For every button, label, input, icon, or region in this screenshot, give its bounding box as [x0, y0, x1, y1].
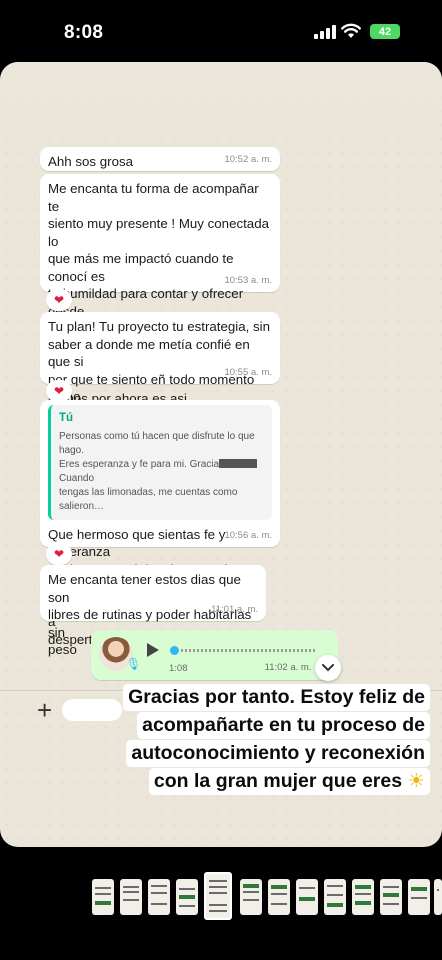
quoted-message[interactable]: Tú Personas como tú hacen que disfrute l…: [48, 405, 272, 520]
story-thumbnail[interactable]: [324, 879, 346, 915]
wifi-icon: [341, 23, 361, 38]
caption-line: autoconocimiento y reconexión: [126, 740, 430, 767]
story-caption[interactable]: Gracias por tanto. Estoy feliz de acompa…: [86, 684, 430, 796]
message-bubble: Ahh sos grosa 10:52 a. m.: [40, 147, 280, 171]
sun-icon: ☀: [407, 770, 425, 792]
story-thumbnail[interactable]: [148, 879, 170, 915]
story-thumbnail[interactable]: [380, 879, 402, 915]
story-thumbnail-strip: [0, 866, 442, 926]
story-thumbnail[interactable]: [92, 879, 114, 915]
message-time: 11:01 a. m.: [211, 603, 258, 615]
voice-note-bubble: 🎙 1:08 11:02 a. m. ✓✓: [91, 630, 338, 680]
status-bar: 8:08 42: [0, 0, 442, 64]
story-thumbnail-selected[interactable]: [204, 872, 232, 920]
story-thumbnail[interactable]: [120, 879, 142, 915]
cellular-signal-icon: [314, 25, 336, 39]
battery-icon: 42: [370, 24, 400, 39]
caption-line: con la gran mujer que eres ☀: [148, 768, 430, 795]
chevron-down-icon: [322, 664, 334, 672]
heart-reaction-icon[interactable]: ❤: [46, 289, 72, 311]
playback-scrubber[interactable]: [170, 646, 179, 655]
message-time: 10:55 a. m.: [224, 366, 272, 378]
voice-duration: 1:08: [169, 663, 188, 674]
message-time: 10:56 a. m.: [224, 529, 272, 541]
story-thumbnail[interactable]: [240, 879, 262, 915]
heart-reaction-icon[interactable]: ❤: [46, 380, 72, 402]
caption-line: acompañarte en tu proceso de: [137, 712, 430, 739]
battery-level: 42: [378, 25, 392, 38]
message-bubble: Me encanta tu forma de acompañar te sien…: [40, 174, 280, 406]
caption-line: Gracias por tanto. Estoy feliz de: [123, 684, 430, 711]
quote-author: Tú: [59, 412, 74, 424]
story-thumbnail[interactable]: [296, 879, 318, 915]
story-thumbnail[interactable]: [408, 879, 430, 915]
message-time: 10:53 a. m.: [224, 274, 272, 286]
message-bubble: Tu plan! Tu proyecto tu estrategia, sin …: [40, 312, 280, 422]
message-bubble: Me encanta tener estos dias que son libr…: [40, 565, 266, 657]
message-time: 10:52 a. m.: [224, 153, 272, 165]
status-time: 8:08: [64, 22, 104, 43]
play-icon[interactable]: [147, 643, 159, 657]
heart-reaction-icon[interactable]: ❤: [46, 543, 72, 565]
quote-text: Personas como tú hacen que disfrute lo q…: [59, 430, 265, 514]
story-card[interactable]: Ahh sos grosa 10:52 a. m. Me encanta tu …: [0, 62, 442, 847]
story-thumbnail[interactable]: [352, 879, 374, 915]
audio-waveform[interactable]: [181, 649, 317, 652]
story-thumbnail[interactable]: [268, 879, 290, 915]
redaction-bar: [219, 458, 258, 468]
scroll-down-button[interactable]: [315, 655, 341, 681]
story-thumbnail[interactable]: [176, 879, 198, 915]
attach-plus-icon[interactable]: +: [37, 697, 52, 723]
reply-message-bubble: Tú Personas como tú hacen que disfrute l…: [40, 400, 280, 647]
microphone-icon: 🎙: [126, 657, 142, 671]
story-thumbnail[interactable]: [434, 879, 442, 915]
